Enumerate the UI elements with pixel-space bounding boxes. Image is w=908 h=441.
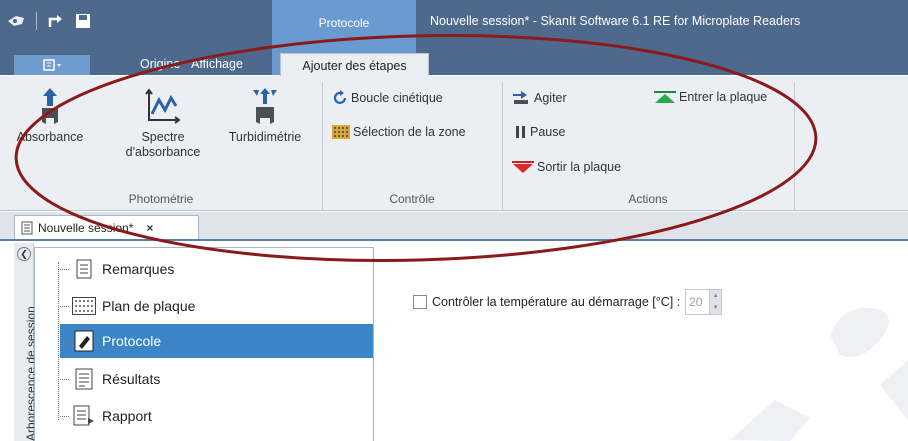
document-tab-label: Nouvelle session*	[38, 220, 134, 235]
shake-icon	[513, 91, 528, 104]
grid-icon	[332, 125, 350, 139]
absorbance-button[interactable]: Absorbance	[14, 86, 86, 145]
zone-selection-button[interactable]: Sélection de la zone	[332, 125, 466, 139]
document-icon	[21, 221, 33, 234]
plate-layout-icon	[72, 294, 96, 318]
temperature-label: Contrôler la température au démarrage [°…	[432, 295, 681, 309]
arrow-up-green-icon	[654, 91, 676, 103]
temperature-control-row: Contrôler la température au démarrage [°…	[413, 289, 723, 315]
turbidimetry-button[interactable]: Turbidimétrie	[218, 86, 312, 145]
temperature-value: 20	[689, 295, 703, 309]
kinetic-loop-button[interactable]: Boucle cinétique	[332, 90, 443, 106]
save-icon[interactable]	[75, 13, 91, 29]
arrow-down-red-icon	[512, 161, 534, 173]
results-icon	[72, 367, 96, 391]
eject-plate-button[interactable]: Sortir la plaque	[512, 160, 621, 174]
tree-item-remarques[interactable]: Remarques	[60, 252, 373, 286]
close-icon[interactable]: ×	[146, 221, 153, 235]
spinner-up-icon[interactable]: ▲	[713, 293, 719, 299]
pause-button[interactable]: Pause	[515, 125, 565, 139]
tree-item-protocole[interactable]: Protocole	[60, 324, 373, 358]
tree-item-resultats[interactable]: Résultats	[60, 362, 373, 396]
menu-icon	[43, 59, 61, 71]
group-divider	[794, 82, 795, 210]
tab-origine[interactable]: Origine	[140, 57, 180, 75]
window-title: Nouvelle session* - SkanIt Software 6.1 …	[430, 14, 801, 28]
notes-icon	[72, 257, 96, 281]
tab-ajouter-des-etapes[interactable]: Ajouter des étapes	[280, 53, 429, 77]
group-divider	[502, 82, 503, 210]
tree-item-plan-de-plaque[interactable]: Plan de plaque	[60, 289, 373, 323]
report-icon	[72, 404, 96, 428]
file-menu-button[interactable]	[14, 55, 90, 75]
group-label-actions: Actions	[628, 192, 668, 206]
app-logo-icon[interactable]	[6, 13, 26, 29]
load-plate-button[interactable]: Entrer la plaque	[654, 90, 767, 104]
absorbance-spectrum-button[interactable]: Spectre d'absorbance	[116, 86, 210, 160]
spinner-down-icon[interactable]: ▼	[713, 305, 719, 311]
group-label-photometrie: Photométrie	[128, 192, 194, 206]
ribbon-tab-row	[0, 44, 908, 75]
pause-icon	[516, 126, 525, 138]
refresh-icon	[333, 90, 347, 104]
absorbance-icon	[42, 88, 58, 124]
context-tab-label: Protocole	[318, 16, 370, 30]
turbidimetry-icon	[253, 88, 277, 124]
undo-icon[interactable]	[47, 12, 65, 30]
spectrum-chart-icon	[145, 88, 181, 124]
temperature-checkbox[interactable]	[413, 295, 427, 309]
watermark	[730, 307, 908, 441]
chevron-left-icon: ❮	[20, 248, 28, 259]
group-label-controle: Contrôle	[389, 192, 435, 206]
shake-button[interactable]: Agiter	[511, 90, 567, 106]
tab-affichage[interactable]: Affichage	[191, 57, 243, 75]
tree-item-rapport[interactable]: Rapport	[60, 399, 373, 433]
toolbar-separator	[36, 12, 37, 30]
temperature-stepper[interactable]: 20 ▲ ▼	[685, 289, 723, 315]
collapse-sidebar-button[interactable]: ❮	[17, 247, 31, 261]
quick-access-toolbar	[6, 8, 91, 34]
tree-connector	[58, 262, 59, 420]
document-tab[interactable]: Nouvelle session* ×	[14, 215, 199, 239]
group-divider	[322, 82, 323, 210]
protocol-icon	[72, 329, 96, 353]
